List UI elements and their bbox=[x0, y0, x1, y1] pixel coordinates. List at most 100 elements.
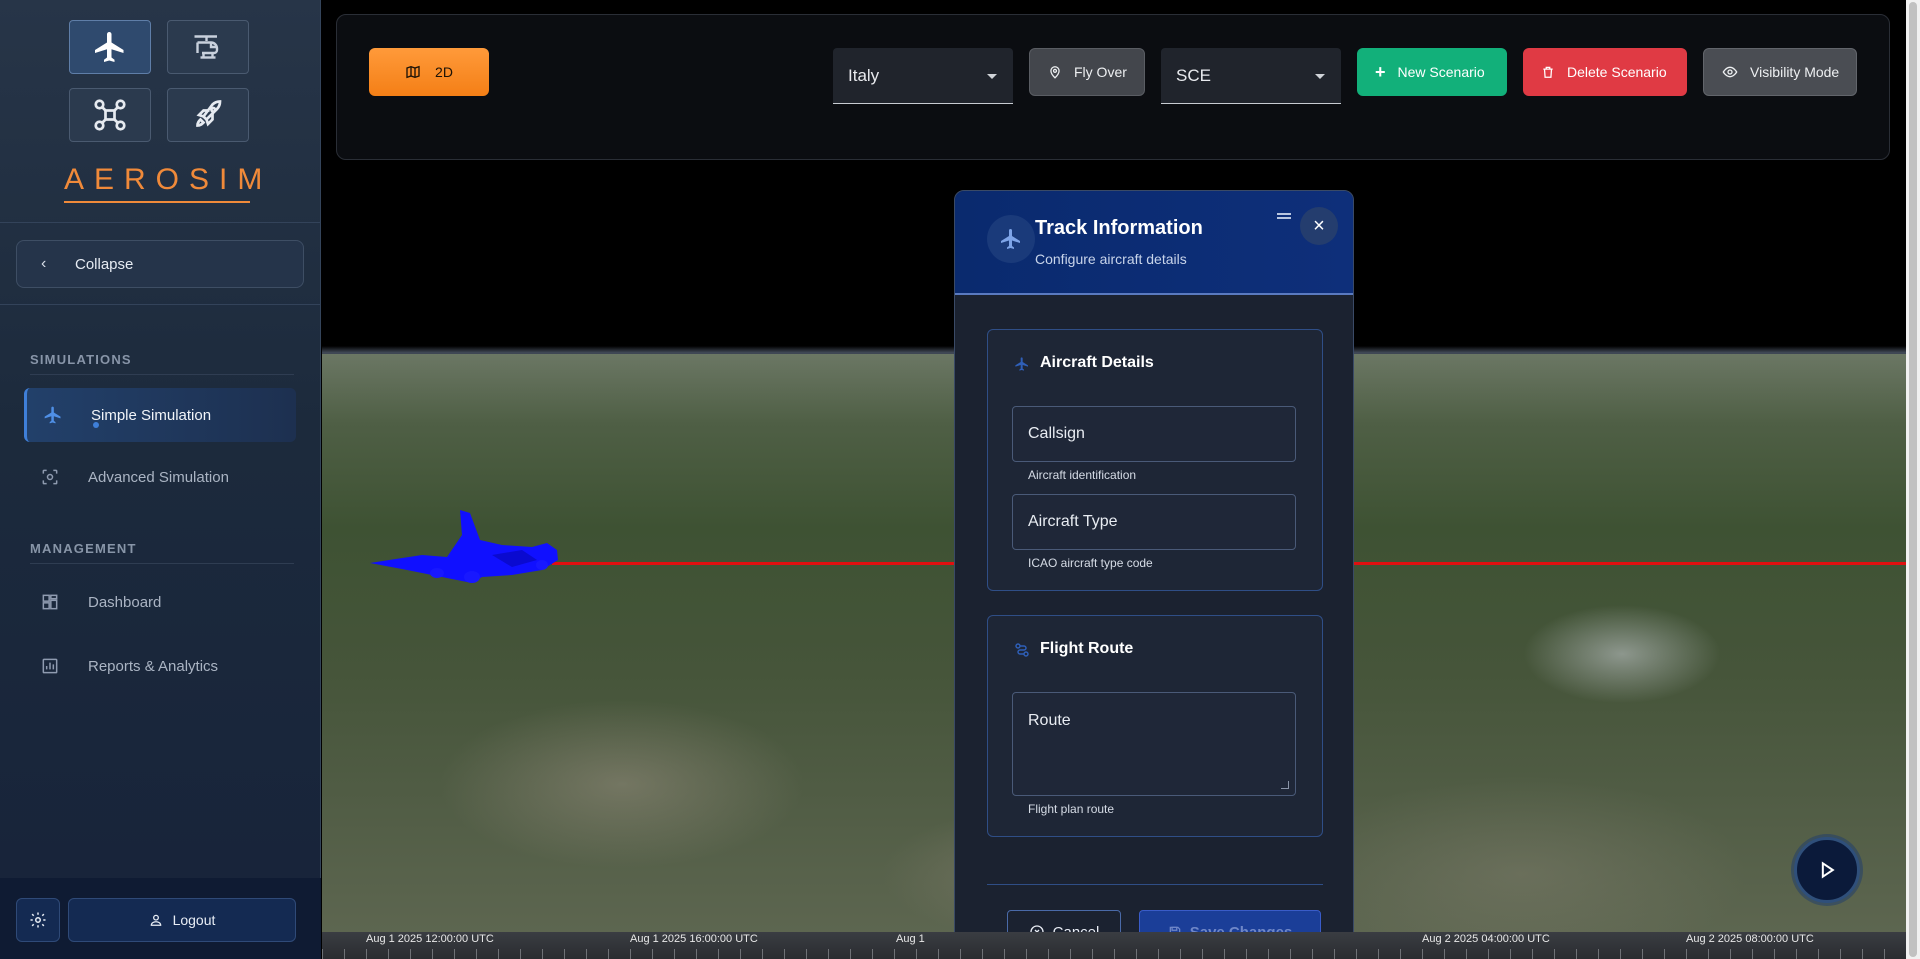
new-scenario-label: New Scenario bbox=[1397, 64, 1485, 80]
airplane-icon bbox=[1015, 357, 1028, 371]
scan-icon bbox=[40, 467, 60, 487]
callsign-label: Callsign bbox=[1028, 425, 1085, 442]
track-information-dialog: Track Information Configure aircraft det… bbox=[954, 190, 1354, 959]
aircraft-details-title: Aircraft Details bbox=[1040, 354, 1154, 371]
play-button[interactable] bbox=[1794, 837, 1860, 903]
route-label: Route bbox=[1028, 712, 1071, 729]
dialog-footer-divider bbox=[987, 884, 1323, 885]
section-title-management: MANAGEMENT bbox=[30, 541, 137, 556]
fly-over-label: Fly Over bbox=[1074, 64, 1127, 80]
sidebar: AEROSIM ‹ Collapse SIMULATIONS Simple Si… bbox=[0, 0, 321, 959]
region-select[interactable]: Italy bbox=[833, 48, 1013, 104]
sidebar-item-label: Advanced Simulation bbox=[88, 468, 229, 486]
logout-button[interactable]: Logout bbox=[68, 898, 296, 942]
collapse-button[interactable]: ‹ Collapse bbox=[16, 240, 304, 288]
aircraft-type-label: Aircraft Type bbox=[1028, 513, 1118, 530]
route-helper: Flight plan route bbox=[1028, 802, 1115, 816]
sidebar-item-simple-simulation[interactable]: Simple Simulation bbox=[24, 388, 296, 442]
rocket-mode-button[interactable] bbox=[167, 88, 249, 142]
aircraft-details-card: Aircraft Details Callsign Aircraft ident… bbox=[987, 329, 1323, 591]
timeline-label: Aug 1 bbox=[896, 933, 925, 945]
resize-grip-icon[interactable] bbox=[1281, 781, 1289, 789]
callsign-helper: Aircraft identification bbox=[1028, 468, 1137, 482]
sidebar-divider bbox=[0, 222, 321, 223]
route-icon bbox=[1015, 643, 1029, 657]
close-icon: × bbox=[1313, 214, 1325, 237]
sidebar-divider bbox=[0, 304, 321, 305]
section-title-simulations: SIMULATIONS bbox=[30, 352, 132, 367]
timeline-label: Aug 1 2025 12:00:00 UTC bbox=[366, 933, 494, 945]
timeline-label: Aug 2 2025 04:00:00 UTC bbox=[1422, 933, 1550, 945]
app-logo-text: AEROSIM bbox=[64, 163, 262, 203]
view-mode-2d-button[interactable]: 2D bbox=[369, 48, 489, 96]
airplane-icon bbox=[43, 405, 63, 425]
airplane-icon bbox=[1001, 229, 1020, 249]
top-toolbar: 2D Italy Fly Over SCE + New Scenario Del… bbox=[336, 14, 1890, 160]
sidebar-item-dashboard[interactable]: Dashboard bbox=[24, 575, 296, 629]
flight-route-card: Flight Route Route Flight plan route bbox=[987, 615, 1323, 837]
gear-icon bbox=[30, 912, 46, 928]
new-scenario-button[interactable]: + New Scenario bbox=[1357, 48, 1507, 96]
drone-mode-button[interactable] bbox=[69, 88, 151, 142]
scrollbar[interactable] bbox=[1906, 0, 1920, 959]
fly-over-button[interactable]: Fly Over bbox=[1029, 48, 1145, 96]
trash-icon bbox=[1543, 66, 1553, 78]
eye-icon bbox=[1722, 66, 1738, 78]
active-indicator-dot bbox=[93, 422, 99, 428]
delete-scenario-button[interactable]: Delete Scenario bbox=[1523, 48, 1687, 96]
section-divider bbox=[30, 563, 294, 564]
caret-down-icon bbox=[987, 74, 997, 79]
sidebar-item-reports-analytics[interactable]: Reports & Analytics bbox=[24, 639, 296, 693]
logout-label: Logout bbox=[172, 912, 216, 928]
timeline-label: Aug 1 2025 16:00:00 UTC bbox=[630, 933, 758, 945]
user-icon bbox=[150, 914, 161, 926]
callsign-field[interactable]: Callsign bbox=[1012, 406, 1296, 462]
aircraft-type-field[interactable]: Aircraft Type bbox=[1012, 494, 1296, 550]
caret-down-icon bbox=[1315, 74, 1325, 79]
dialog-subtitle: Configure aircraft details bbox=[1035, 251, 1187, 267]
rocket-icon bbox=[196, 100, 222, 127]
play-icon bbox=[1821, 861, 1835, 879]
sidebar-item-advanced-simulation[interactable]: Advanced Simulation bbox=[24, 450, 296, 504]
chevron-left-icon: ‹ bbox=[41, 255, 47, 272]
sidebar-footer: Logout bbox=[0, 878, 321, 959]
dashboard-icon bbox=[40, 592, 60, 612]
dialog-title: Track Information bbox=[1035, 217, 1203, 239]
aircraft-model[interactable] bbox=[362, 505, 572, 585]
analytics-icon bbox=[40, 656, 60, 676]
view-mode-label: 2D bbox=[435, 64, 453, 80]
sidebar-item-label: Reports & Analytics bbox=[88, 657, 219, 675]
scenario-select[interactable]: SCE bbox=[1161, 48, 1341, 104]
sidebar-item-label: Simple Simulation bbox=[91, 406, 212, 424]
collapse-label: Collapse bbox=[75, 255, 134, 273]
helicopter-mode-button[interactable] bbox=[167, 20, 249, 74]
timeline-label: Aug 2 2025 08:00:00 UTC bbox=[1686, 933, 1814, 945]
delete-scenario-label: Delete Scenario bbox=[1567, 64, 1667, 80]
helicopter-icon bbox=[194, 35, 219, 59]
visibility-mode-button[interactable]: Visibility Mode bbox=[1703, 48, 1857, 96]
airplane-icon bbox=[95, 32, 124, 62]
app-root: AEROSIM ‹ Collapse SIMULATIONS Simple Si… bbox=[0, 0, 1920, 959]
timeline-ticks bbox=[322, 949, 1906, 959]
location-pin-icon bbox=[1050, 66, 1060, 79]
map-icon bbox=[406, 65, 420, 79]
dialog-avatar bbox=[987, 215, 1035, 263]
dialog-header: Track Information Configure aircraft det… bbox=[955, 191, 1353, 295]
close-button[interactable]: × bbox=[1300, 207, 1338, 245]
visibility-mode-label: Visibility Mode bbox=[1750, 64, 1840, 80]
plus-icon: + bbox=[1375, 61, 1386, 82]
route-field[interactable]: Route bbox=[1012, 692, 1296, 796]
scenario-select-value: SCE bbox=[1176, 65, 1211, 85]
timeline[interactable]: Aug 1 2025 12:00:00 UTC Aug 1 2025 16:00… bbox=[322, 932, 1906, 959]
drag-handle-icon[interactable] bbox=[1277, 213, 1291, 219]
flight-route-title: Flight Route bbox=[1040, 640, 1134, 657]
drone-icon bbox=[94, 99, 126, 131]
sidebar-item-label: Dashboard bbox=[88, 593, 162, 611]
scrollbar-thumb[interactable] bbox=[1909, 2, 1917, 957]
section-divider bbox=[30, 374, 294, 375]
vehicle-mode-grid bbox=[69, 20, 251, 142]
airplane-mode-button[interactable] bbox=[69, 20, 151, 74]
aircraft-type-helper: ICAO aircraft type code bbox=[1028, 556, 1153, 570]
settings-button[interactable] bbox=[16, 898, 60, 942]
region-select-value: Italy bbox=[848, 65, 880, 85]
